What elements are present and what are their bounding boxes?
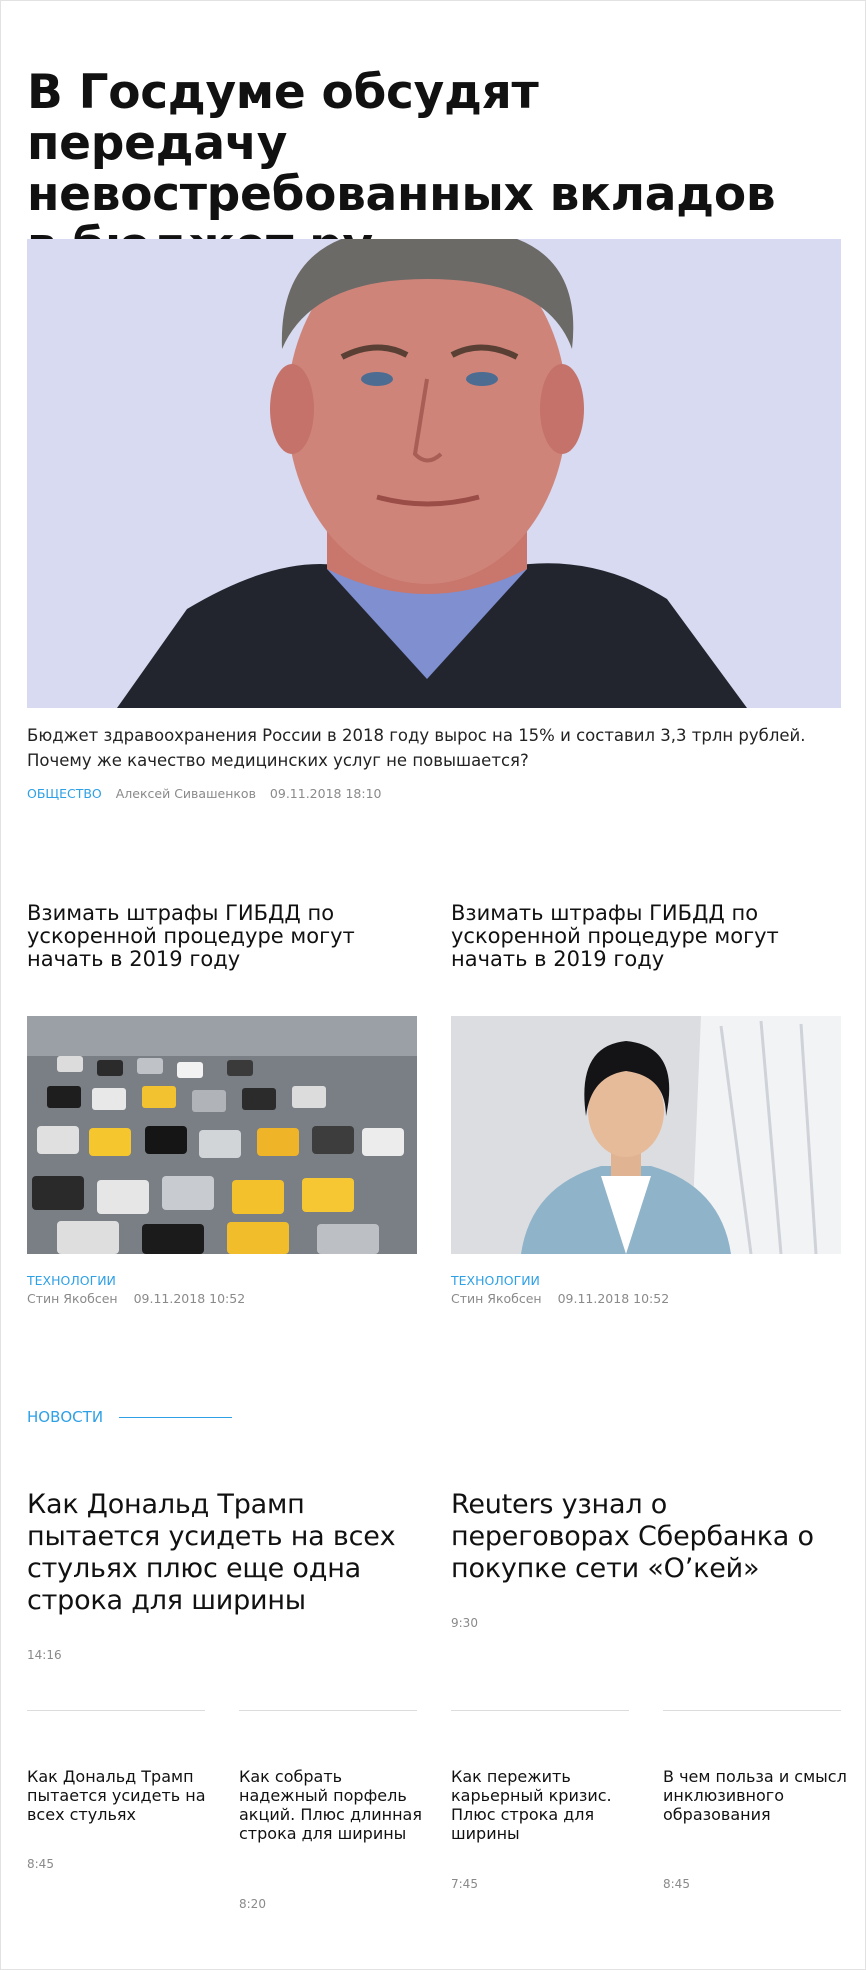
page: В Госдуме обсудят передачу невостребован…	[0, 0, 866, 1970]
card-title[interactable]: Взимать штрафы ГИБДД по ускоренной проце…	[451, 902, 841, 971]
card-rubric-link[interactable]: ТЕХНОЛОГИИ	[27, 1273, 116, 1288]
news-item-title[interactable]: Как собрать надежный порфель акций. Плюс…	[239, 1767, 424, 1843]
portrait-woman-image	[451, 1016, 841, 1254]
section-divider-line	[119, 1416, 233, 1418]
news-time: 14:16	[27, 1648, 62, 1662]
news-item-time: 7:45	[451, 1877, 478, 1891]
card-photo-traffic[interactable]	[27, 1016, 417, 1254]
lead-description: Бюджет здравоохранения России в 2018 год…	[27, 726, 806, 770]
card-title[interactable]: Взимать штрафы ГИБДД по ускоренной проце…	[27, 902, 417, 971]
portrait-man-image	[27, 239, 841, 708]
lead-rubric-link[interactable]: ОБЩЕСТВО	[27, 786, 102, 801]
card-rubric-link[interactable]: ТЕХНОЛОГИИ	[451, 1273, 540, 1288]
news-item-time: 8:45	[27, 1857, 54, 1871]
news-item-time: 8:20	[239, 1897, 266, 1911]
lead-photo[interactable]	[27, 239, 841, 708]
news-item-title[interactable]: Как Дональд Трамп пытается усидеть на вс…	[27, 1767, 212, 1824]
lead-datetime: 09.11.2018 18:10	[269, 786, 382, 801]
card-datetime: 09.11.2018 10:52	[557, 1291, 670, 1306]
card-author[interactable]: Стин Якобсен	[451, 1291, 542, 1306]
news-divider	[239, 1710, 417, 1711]
news-item-title[interactable]: Как пережить карьерный кризис. Плюс стро…	[451, 1767, 636, 1843]
card-datetime: 09.11.2018 10:52	[133, 1291, 246, 1306]
news-headline[interactable]: Reuters узнал о переговорах Сбербанка о …	[451, 1489, 851, 1585]
news-headline[interactable]: Как Дональд Трамп пытается усидеть на вс…	[27, 1489, 427, 1617]
news-item-title[interactable]: В чем польза и смысл инклюзивного образо…	[663, 1767, 848, 1824]
news-divider	[27, 1710, 205, 1711]
card-byline: Стин Якобсен 09.11.2018 10:52	[27, 1291, 257, 1306]
traffic-jam-image	[27, 1016, 417, 1254]
lead-author[interactable]: Алексей Сивашенков	[116, 786, 256, 801]
news-item-time: 8:45	[663, 1877, 690, 1891]
card-byline: Стин Якобсен 09.11.2018 10:52	[451, 1291, 681, 1306]
card-photo-woman[interactable]	[451, 1016, 841, 1254]
news-time: 9:30	[451, 1616, 478, 1630]
section-label[interactable]: НОВОСТИ	[27, 1408, 103, 1426]
card-author[interactable]: Стин Якобсен	[27, 1291, 118, 1306]
news-divider	[663, 1710, 841, 1711]
news-section-heading: НОВОСТИ	[27, 1408, 233, 1426]
news-divider	[451, 1710, 629, 1711]
lead-meta: ОБЩЕСТВО Алексей Сивашенков 09.11.2018 1…	[27, 786, 392, 801]
